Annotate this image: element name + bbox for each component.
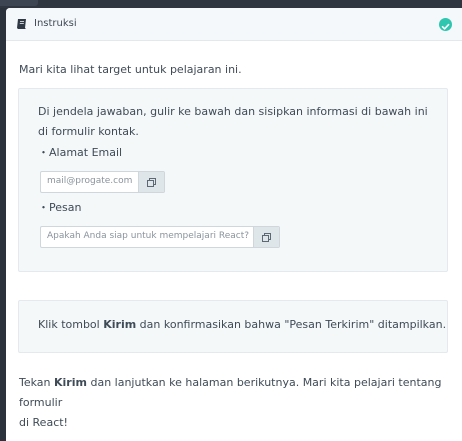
target-instruction: Di jendela jawaban, gulir ke bawah dan s…: [38, 105, 428, 138]
message-copy-field[interactable]: Apakah Anda siap untuk mempelajari React…: [40, 226, 280, 248]
copy-icon: [262, 233, 271, 242]
footer-bold-kirim: Kirim: [54, 376, 87, 389]
message-value: Apakah Anda siap untuk mempelajari React…: [47, 231, 250, 241]
intro-text: Mari kita lihat target untuk pelajaran i…: [19, 63, 242, 76]
footer-text: Tekan Kirim dan lanjutkan ke halaman ber…: [19, 373, 451, 433]
step-box: Klik tombol Kirim dan konfirmasikan bahw…: [18, 300, 448, 353]
footer-prefix: Tekan: [19, 376, 55, 389]
target-box: Di jendela jawaban, gulir ke bawah dan s…: [18, 88, 448, 272]
step-prefix: Klik tombol: [38, 318, 104, 331]
copy-icon: [147, 178, 156, 187]
book-icon: [17, 19, 26, 29]
footer-line2: di React!: [19, 416, 68, 429]
top-tab[interactable]: [0, 0, 38, 6]
check-circle-icon: [439, 18, 452, 31]
top-strip: [0, 0, 462, 8]
step-text: Klik tombol Kirim dan konfirmasikan bahw…: [38, 315, 446, 335]
copy-message-button[interactable]: [253, 227, 279, 247]
instruction-panel: Instruksi Mari kita lihat target untuk p…: [6, 8, 462, 441]
step-suffix: dan konfirmasikan bahwa "Pesan Terkirim"…: [136, 318, 447, 331]
panel-title: Instruksi: [34, 18, 77, 29]
email-copy-field[interactable]: mail@progate.com: [40, 171, 165, 193]
copy-email-button[interactable]: [138, 172, 164, 192]
panel-header: Instruksi: [6, 8, 462, 41]
message-label: ・Pesan: [38, 201, 82, 214]
step-bold-kirim: Kirim: [103, 318, 137, 331]
email-label: ・Alamat Email: [38, 146, 123, 159]
email-value: mail@progate.com: [47, 176, 133, 186]
